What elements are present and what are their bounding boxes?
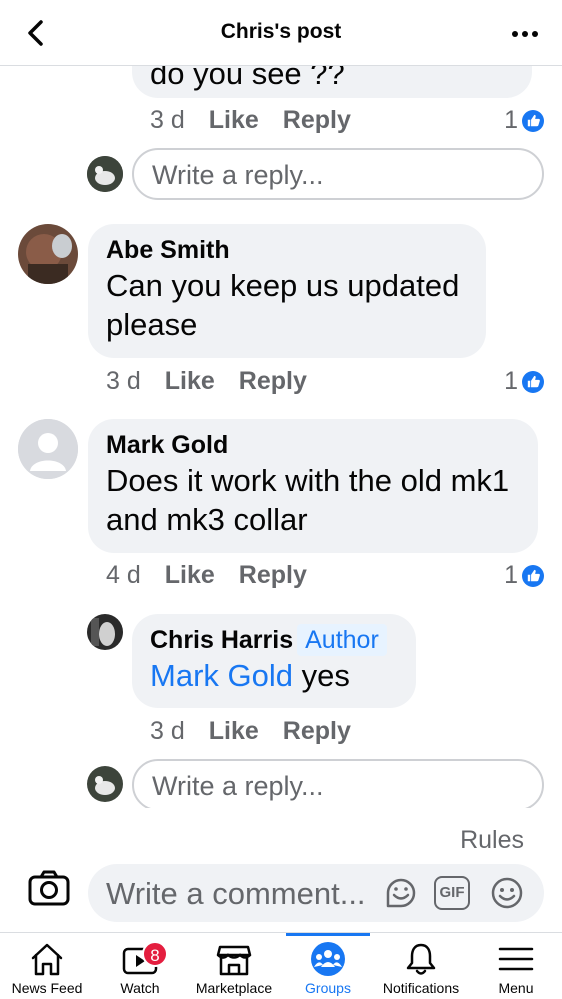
reply-input[interactable]: Write a reply... (132, 759, 544, 808)
comment-bubble: Abe Smith Can you keep us updated please (88, 224, 486, 358)
emoji-icon[interactable] (490, 876, 524, 910)
comment-text: Mark Gold yes (150, 656, 398, 695)
thumbs-up-icon (522, 564, 544, 587)
comment-text: Can you keep us updated (106, 268, 460, 303)
comment-time: 3 d (150, 717, 185, 745)
tab-news-feed[interactable]: News Feed (0, 933, 94, 999)
nav-label: Marketplace (195, 980, 273, 996)
camera-icon[interactable] (28, 870, 70, 906)
reply-button[interactable]: Reply (239, 561, 307, 590)
nav-label: Watch (120, 980, 160, 996)
like-button[interactable]: Like (165, 561, 215, 590)
home-icon (31, 943, 63, 976)
comment-text: and mk3 collar (106, 502, 308, 537)
avatar[interactable] (87, 766, 123, 802)
reaction-count[interactable]: 1 (504, 561, 544, 590)
reply-text: yes (292, 658, 350, 693)
like-button[interactable]: Like (209, 106, 259, 135)
comment-bubble: Chris Harris Author Mark Gold yes (132, 614, 416, 708)
comment-author[interactable]: Mark Gold (106, 429, 520, 461)
comment-actions: 3 d Like Reply (150, 717, 351, 746)
tab-groups[interactable]: Groups (286, 933, 370, 999)
like-button[interactable]: Like (209, 717, 259, 746)
like-count: 1 (504, 106, 518, 134)
comment-placeholder: Write a comment... (106, 876, 366, 911)
avatar[interactable] (18, 419, 78, 479)
gif-icon[interactable]: GIF (434, 876, 470, 910)
comment-actions: 4 d Like Reply (106, 561, 307, 590)
more-options-icon[interactable] (510, 24, 540, 44)
reaction-count[interactable]: 1 (504, 367, 544, 396)
reply-input[interactable]: Write a reply... (132, 148, 544, 200)
comment-text: Does it work with the old mk1 (106, 463, 510, 498)
reaction-count[interactable]: 1 (504, 106, 544, 135)
comment-author[interactable]: Abe Smith (106, 234, 468, 266)
tab-menu[interactable]: Menu (470, 933, 562, 999)
avatar[interactable] (18, 224, 78, 284)
author-badge: Author (297, 624, 387, 656)
comment-bubble: do you see ?? (132, 66, 532, 98)
nav-label: Menu (498, 980, 534, 996)
notification-badge: 8 (142, 941, 168, 967)
avatar[interactable] (87, 614, 123, 650)
like-button[interactable]: Like (165, 367, 215, 396)
comment-input[interactable]: Write a comment... GIF (88, 864, 544, 922)
tab-notifications[interactable]: Notifications (372, 933, 470, 999)
like-count: 1 (504, 367, 518, 395)
nav-label: News Feed (11, 980, 83, 996)
bell-icon (406, 943, 436, 975)
comment-text: please (106, 307, 198, 342)
tab-watch[interactable]: 8 Watch (94, 933, 186, 999)
comment-bubble: Mark Gold Does it work with the old mk1 … (88, 419, 538, 553)
comment-time: 4 d (106, 561, 141, 589)
marketplace-icon (216, 945, 252, 976)
comment-author[interactable]: Chris Harris (150, 626, 293, 654)
thumbs-up-icon (522, 109, 544, 132)
tab-marketplace[interactable]: Marketplace (186, 933, 282, 999)
like-count: 1 (504, 561, 518, 589)
reply-button[interactable]: Reply (283, 717, 351, 746)
nav-label: Groups (305, 980, 351, 996)
comment-author-line: Chris Harris Author (150, 624, 398, 656)
top-bar: Chris's post (0, 0, 562, 66)
menu-icon (498, 947, 534, 971)
avatar[interactable] (87, 156, 123, 192)
nav-label: Notifications (382, 980, 460, 996)
reply-button[interactable]: Reply (239, 367, 307, 396)
reply-button[interactable]: Reply (283, 106, 351, 135)
comment-time: 3 d (150, 106, 185, 134)
comment-time: 3 d (106, 367, 141, 395)
comment-actions: 3 d Like Reply (150, 106, 351, 135)
active-tab-indicator (286, 933, 370, 936)
comment-actions: 3 d Like Reply (106, 367, 307, 396)
sticker-icon[interactable] (384, 876, 418, 910)
comment-text: do you see ?? (150, 66, 345, 91)
page-title: Chris's post (220, 20, 342, 43)
thumbs-up-icon (522, 370, 544, 393)
bottom-nav: News Feed 8 Watch Marketplace Groups Not… (0, 932, 562, 999)
mention-link[interactable]: Mark Gold (150, 658, 293, 693)
rules-link[interactable]: Rules (460, 826, 524, 855)
comments-list[interactable]: do you see ?? 3 d Like Reply 1 Write a r… (0, 66, 562, 808)
groups-icon (311, 942, 345, 976)
